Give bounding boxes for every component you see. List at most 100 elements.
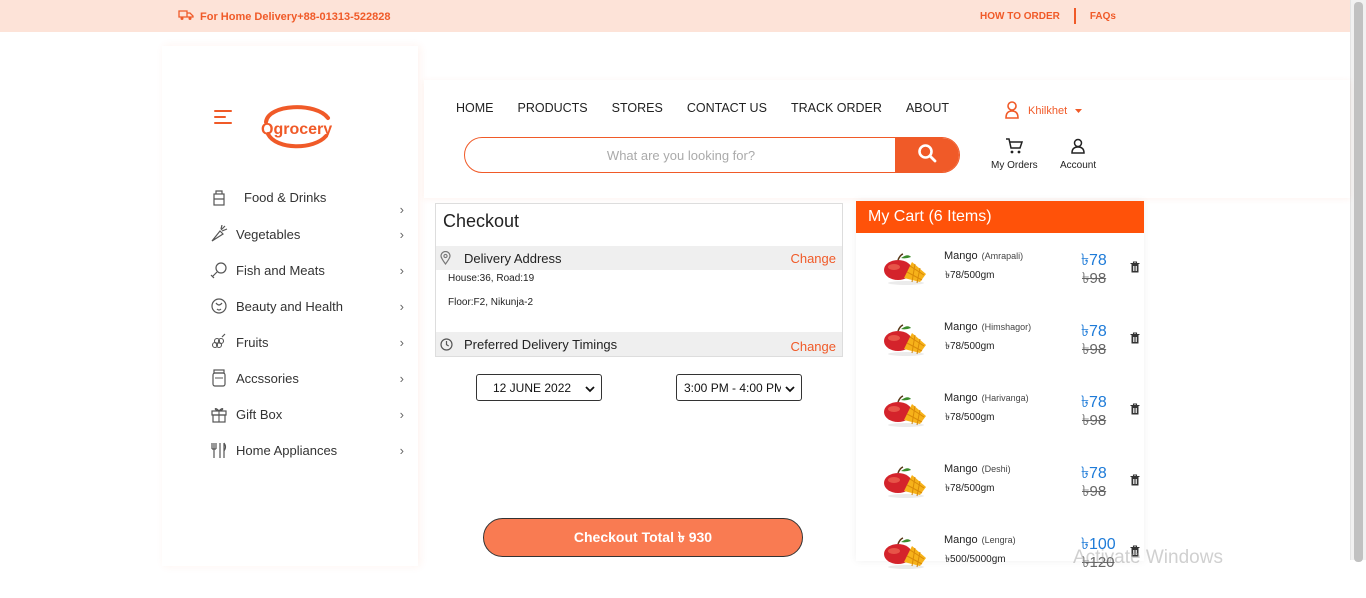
mango-image: [880, 536, 930, 570]
cart-item-title: Mango: [944, 534, 978, 546]
category-item-fruits[interactable]: Fruits ›: [208, 324, 414, 360]
trash-icon[interactable]: [1130, 260, 1140, 278]
chevron-down-icon: [585, 383, 595, 397]
svg-text:Qgrocery: Qgrocery: [261, 121, 332, 138]
cart-item-old-price: ৳98: [1082, 412, 1107, 429]
trash-icon[interactable]: [1130, 473, 1140, 491]
mango-image: [880, 394, 930, 428]
cart-item-title: Mango: [944, 392, 978, 404]
delivery-time-select[interactable]: 3:00 PM - 4:00 PM: [676, 374, 802, 401]
cart-title: My Cart (6 Items): [856, 201, 1144, 233]
address-line-1: House:36, Road:19: [448, 273, 535, 284]
category-item-food-drinks[interactable]: Food & Drinks ›: [208, 180, 414, 217]
main-header: HOME PRODUCTS STORES CONTACT US TRACK OR…: [424, 80, 1350, 198]
trash-icon[interactable]: [1130, 331, 1140, 349]
nav-contact-us[interactable]: CONTACT US: [687, 101, 767, 115]
category-label: Gift Box: [236, 406, 283, 422]
cart-item: Mango (Amrapali) ৳78/500gm ৳78 ৳98: [856, 244, 1144, 314]
cart-item-old-price: ৳98: [1082, 483, 1107, 500]
delivery-address-header: Delivery Address Change: [436, 246, 842, 270]
category-item-accessories[interactable]: Accssories ›: [208, 360, 414, 396]
cart-item-variety: (Harivanga): [981, 393, 1029, 403]
drumstick-icon: [208, 261, 230, 279]
chevron-right-icon: ›: [399, 406, 404, 422]
scrollbar-thumb[interactable]: [1354, 2, 1363, 562]
menu-icon[interactable]: [214, 110, 232, 124]
cart-item: Mango (Harivanga) ৳78/500gm ৳78 ৳98: [856, 386, 1144, 456]
search-button[interactable]: [895, 138, 959, 172]
chevron-right-icon: ›: [399, 442, 404, 458]
chevron-right-icon: ›: [399, 202, 404, 217]
cart-item-title: Mango: [944, 321, 978, 333]
category-item-home-appliances[interactable]: Home Appliances ›: [208, 432, 414, 468]
category-list: Food & Drinks › Vegetables › Fish and Me…: [208, 180, 414, 468]
cart-item-name: Mango (Harivanga): [944, 392, 1029, 404]
sidebar: Qgrocery Food & Drinks › Vegetables › Fi…: [162, 46, 418, 566]
cart-item-name: Mango (Deshi): [944, 463, 1011, 475]
nav-track-order[interactable]: TRACK ORDER: [791, 101, 882, 115]
checkout-total-button[interactable]: Checkout Total ৳ 930: [483, 518, 803, 557]
search-icon: [917, 143, 937, 168]
category-label: Beauty and Health: [236, 298, 343, 314]
location-pin-icon: [1004, 100, 1020, 122]
how-to-order-link[interactable]: HOW TO ORDER: [980, 11, 1060, 22]
account-button[interactable]: Account: [1060, 138, 1096, 171]
my-orders-label: My Orders: [991, 160, 1038, 171]
jar-icon: [208, 369, 230, 387]
category-label: Fish and Meats: [236, 262, 325, 278]
delivery-phone-text: For Home Delivery+88-01313-522828: [200, 10, 391, 23]
brand-logo[interactable]: Qgrocery: [258, 100, 336, 152]
category-item-vegetables[interactable]: Vegetables ›: [208, 216, 414, 252]
nav-stores[interactable]: STORES: [612, 101, 663, 115]
delivery-date-select[interactable]: 12 JUNE 2022: [476, 374, 602, 401]
my-orders-button[interactable]: My Orders: [991, 138, 1038, 171]
cart-item-title: Mango: [944, 463, 978, 475]
category-item-beauty-health[interactable]: Beauty and Health ›: [208, 288, 414, 324]
location-selector[interactable]: Khilkhet: [1004, 100, 1083, 122]
trash-icon[interactable]: [1130, 402, 1140, 420]
page-scrollbar[interactable]: [1350, 0, 1366, 562]
change-address-link[interactable]: Change: [790, 251, 836, 266]
chevron-right-icon: ›: [399, 298, 404, 314]
mango-image: [880, 252, 930, 286]
change-timings-link[interactable]: Change: [790, 339, 836, 354]
location-pin-icon: [440, 251, 454, 265]
faqs-link[interactable]: FAQs: [1090, 11, 1116, 22]
cart-item-old-price: ৳98: [1082, 270, 1107, 287]
food-drinks-icon: [208, 189, 230, 207]
delivery-phone: For Home Delivery+88-01313-522828: [178, 9, 390, 24]
address-line-2: Floor:F2, Nikunja-2: [448, 297, 534, 308]
location-label: Khilkhet: [1028, 105, 1068, 117]
search-input[interactable]: [465, 138, 897, 172]
windows-watermark: Activate Windows: [1073, 547, 1223, 568]
cart-panel: My Cart (6 Items) Mango (Amrapali) ৳78/500…: [856, 201, 1144, 571]
utensils-icon: [208, 441, 230, 459]
chevron-down-icon: [785, 383, 795, 397]
carrot-icon: [208, 225, 230, 243]
chevron-right-icon: ›: [399, 226, 404, 242]
main-nav: HOME PRODUCTS STORES CONTACT US TRACK OR…: [456, 101, 949, 115]
cart-item-variety: (Lengra): [981, 535, 1016, 545]
chevron-right-icon: ›: [399, 334, 404, 350]
chevron-right-icon: ›: [399, 262, 404, 278]
category-label: Home Appliances: [236, 442, 338, 458]
delivery-time-value: 3:00 PM - 4:00 PM: [684, 380, 781, 395]
nav-home[interactable]: HOME: [456, 101, 494, 115]
category-item-fish-meats[interactable]: Fish and Meats ›: [208, 252, 414, 288]
category-label: Fruits: [236, 334, 269, 350]
category-item-gift-box[interactable]: Gift Box ›: [208, 396, 414, 432]
cart-item-unit-price: ৳78/500gm: [945, 270, 995, 281]
search-bar: [464, 137, 960, 173]
clock-icon: [440, 337, 454, 351]
cart-item-variety: (Himshagor): [981, 322, 1032, 332]
mango-image: [880, 465, 930, 499]
category-label: Vegetables: [236, 226, 301, 242]
cart-item-unit-price: ৳78/500gm: [945, 341, 995, 352]
delivery-timings-label: Preferred Delivery Timings: [464, 336, 618, 352]
nav-products[interactable]: PRODUCTS: [518, 101, 588, 115]
nav-about[interactable]: ABOUT: [906, 101, 949, 115]
cart-icon: [1005, 138, 1024, 157]
delivery-truck-icon: [178, 9, 194, 24]
beauty-icon: [208, 297, 230, 315]
category-label: Food & Drinks: [244, 189, 327, 205]
